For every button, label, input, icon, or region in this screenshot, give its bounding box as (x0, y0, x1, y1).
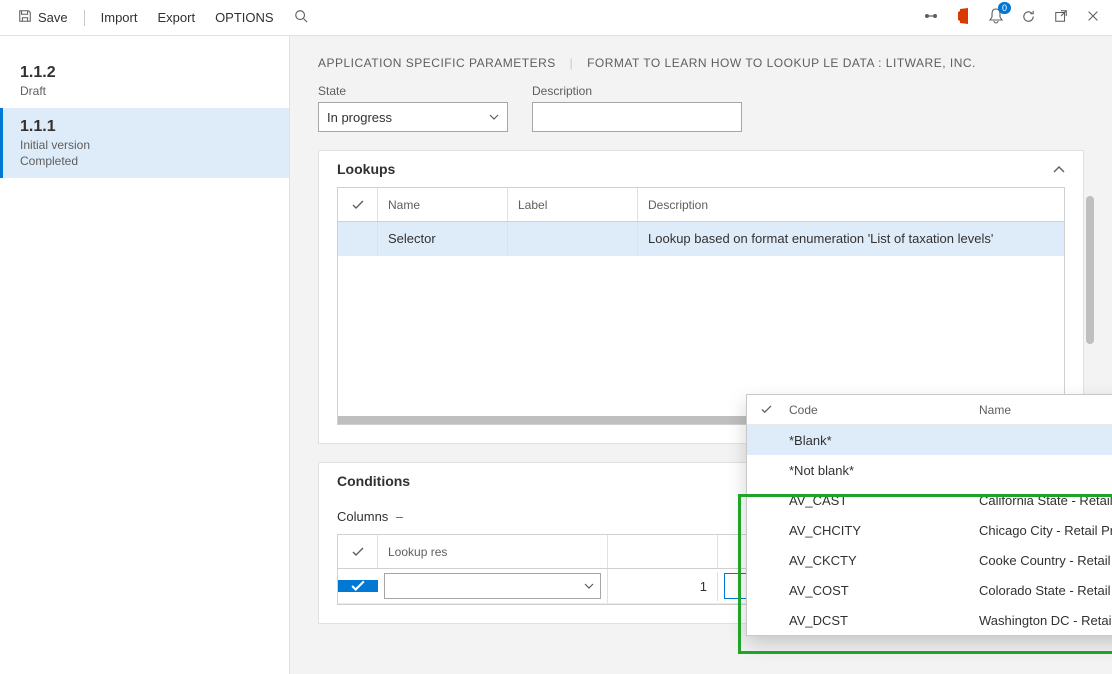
conditions-title: Conditions (337, 473, 410, 489)
options-button[interactable]: OPTIONS (207, 6, 282, 29)
popup-row-avdcst[interactable]: AV_DCST Washington DC - Retail Prod (747, 605, 1112, 635)
sidebar-status-line2: Completed (20, 154, 271, 168)
description-input[interactable] (532, 102, 742, 132)
state-value: In progress (327, 110, 392, 125)
popup-row-notblank[interactable]: *Not blank* (747, 455, 1112, 485)
grid-spacer (338, 256, 1064, 416)
line-value: 1 (700, 579, 707, 594)
popup-row-avcast[interactable]: AV_CAST California State - Retail Prod (747, 485, 1112, 515)
lookups-row[interactable]: Selector Lookup based on format enumerat… (338, 222, 1064, 256)
breadcrumb-separator: | (570, 56, 574, 70)
check-column-header[interactable] (338, 188, 378, 221)
connector-icon[interactable] (923, 8, 939, 27)
content-area: APPLICATION SPECIFIC PARAMETERS | FORMAT… (290, 36, 1112, 674)
popup-row-name: Chicago City - Retail Prod (979, 523, 1112, 538)
state-label: State (318, 84, 508, 98)
notification-icon[interactable]: 0 (989, 8, 1003, 27)
breadcrumb: APPLICATION SPECIFIC PARAMETERS | FORMAT… (318, 56, 1084, 70)
popup-row-code: AV_COST (789, 583, 979, 598)
row-name: Selector (378, 222, 508, 255)
sidebar-status: Draft (20, 84, 271, 98)
search-icon (294, 9, 308, 26)
lookup-result-column-header[interactable]: Lookup res (378, 535, 608, 568)
popup-row-code: AV_CHCITY (789, 523, 979, 538)
breadcrumb-part2: FORMAT TO LEARN HOW TO LOOKUP LE DATA : … (587, 56, 976, 70)
row-label (508, 222, 638, 255)
sidebar-status-line1: Initial version (20, 138, 271, 152)
name-column-header[interactable]: Name (378, 188, 508, 221)
popup-row-avchcity[interactable]: AV_CHCITY Chicago City - Retail Prod (747, 515, 1112, 545)
popup-row-name: Colorado State - Retail Prod (979, 583, 1112, 598)
options-label: OPTIONS (215, 10, 274, 25)
row-check[interactable] (338, 222, 378, 255)
search-button[interactable] (286, 5, 316, 30)
row-description: Lookup based on format enumeration 'List… (638, 222, 1064, 255)
chevron-down-icon (489, 112, 499, 123)
popup-code-header[interactable]: Code (789, 403, 979, 417)
popup-row-blank[interactable]: *Blank* (747, 425, 1112, 455)
columns-label: Columns (337, 509, 388, 524)
version-sidebar: 1.1.2 Draft 1.1.1 Initial version Comple… (0, 36, 290, 674)
refresh-icon[interactable] (1021, 9, 1036, 27)
label-column-header[interactable]: Label (508, 188, 638, 221)
state-field: State In progress (318, 84, 508, 132)
check-column-header[interactable] (338, 535, 378, 568)
notification-badge: 0 (998, 2, 1011, 14)
popup-row-code: AV_DCST (789, 613, 979, 628)
popup-row-code: AV_CAST (789, 493, 979, 508)
main-area: 1.1.2 Draft 1.1.1 Initial version Comple… (0, 36, 1112, 674)
toolbar-left: Save Import Export OPTIONS (10, 5, 316, 30)
popup-row-avckcty[interactable]: AV_CKCTY Cooke Country - Retail Prod (747, 545, 1112, 575)
toolbar-right: 0 (923, 8, 1102, 27)
import-label: Import (101, 10, 138, 25)
lookup-result-dropdown[interactable] (384, 573, 601, 599)
content-scrollbar[interactable] (1086, 196, 1094, 344)
popup-row-name: California State - Retail Prod (979, 493, 1112, 508)
form-row: State In progress Description (318, 84, 1084, 132)
import-button[interactable]: Import (93, 6, 146, 29)
popup-row-avcost[interactable]: AV_COST Colorado State - Retail Prod (747, 575, 1112, 605)
popup-row-name: Cooke Country - Retail Prod (979, 553, 1112, 568)
line-column-header[interactable] (608, 535, 718, 568)
description-column-header[interactable]: Description (638, 188, 1064, 221)
popup-row-code: AV_CKCTY (789, 553, 979, 568)
lookups-grid-header: Name Label Description (338, 188, 1064, 222)
popup-row-code: *Not blank* (789, 463, 979, 478)
columns-button[interactable]: Columns – (337, 509, 403, 524)
chevron-up-icon (1053, 161, 1065, 177)
code-lookup-popup: Code Name *Blank* *Not blank* AV_CAST Ca… (746, 394, 1112, 636)
close-icon[interactable] (1086, 9, 1100, 26)
top-toolbar: Save Import Export OPTIONS 0 (0, 0, 1112, 36)
save-icon (18, 9, 32, 26)
popout-icon[interactable] (1054, 9, 1068, 26)
row-selected-check[interactable] (338, 580, 378, 592)
lookups-header[interactable]: Lookups (319, 151, 1083, 187)
lookups-title: Lookups (337, 161, 395, 177)
line-cell: 1 (608, 572, 718, 601)
popup-name-header[interactable]: Name (979, 403, 1112, 417)
breadcrumb-part1: APPLICATION SPECIFIC PARAMETERS (318, 56, 556, 70)
popup-row-name: Washington DC - Retail Prod (979, 613, 1112, 628)
toolbar-separator (84, 10, 85, 26)
lookups-grid: Name Label Description Selector Lookup b… (337, 187, 1065, 425)
popup-header: Code Name (747, 395, 1112, 425)
sidebar-item-112[interactable]: 1.1.2 Draft (0, 54, 289, 108)
sidebar-version: 1.1.1 (20, 118, 271, 136)
popup-check-header[interactable] (761, 403, 789, 417)
export-label: Export (157, 10, 195, 25)
state-select[interactable]: In progress (318, 102, 508, 132)
popup-row-code: *Blank* (789, 433, 979, 448)
export-button[interactable]: Export (149, 6, 203, 29)
sidebar-version: 1.1.2 (20, 64, 271, 82)
lookup-result-cell[interactable] (378, 569, 608, 603)
description-field: Description (532, 84, 742, 132)
office-icon[interactable] (957, 8, 971, 27)
save-label: Save (38, 10, 68, 25)
save-button[interactable]: Save (10, 5, 76, 30)
description-label: Description (532, 84, 742, 98)
sidebar-item-111[interactable]: 1.1.1 Initial version Completed (0, 108, 289, 178)
